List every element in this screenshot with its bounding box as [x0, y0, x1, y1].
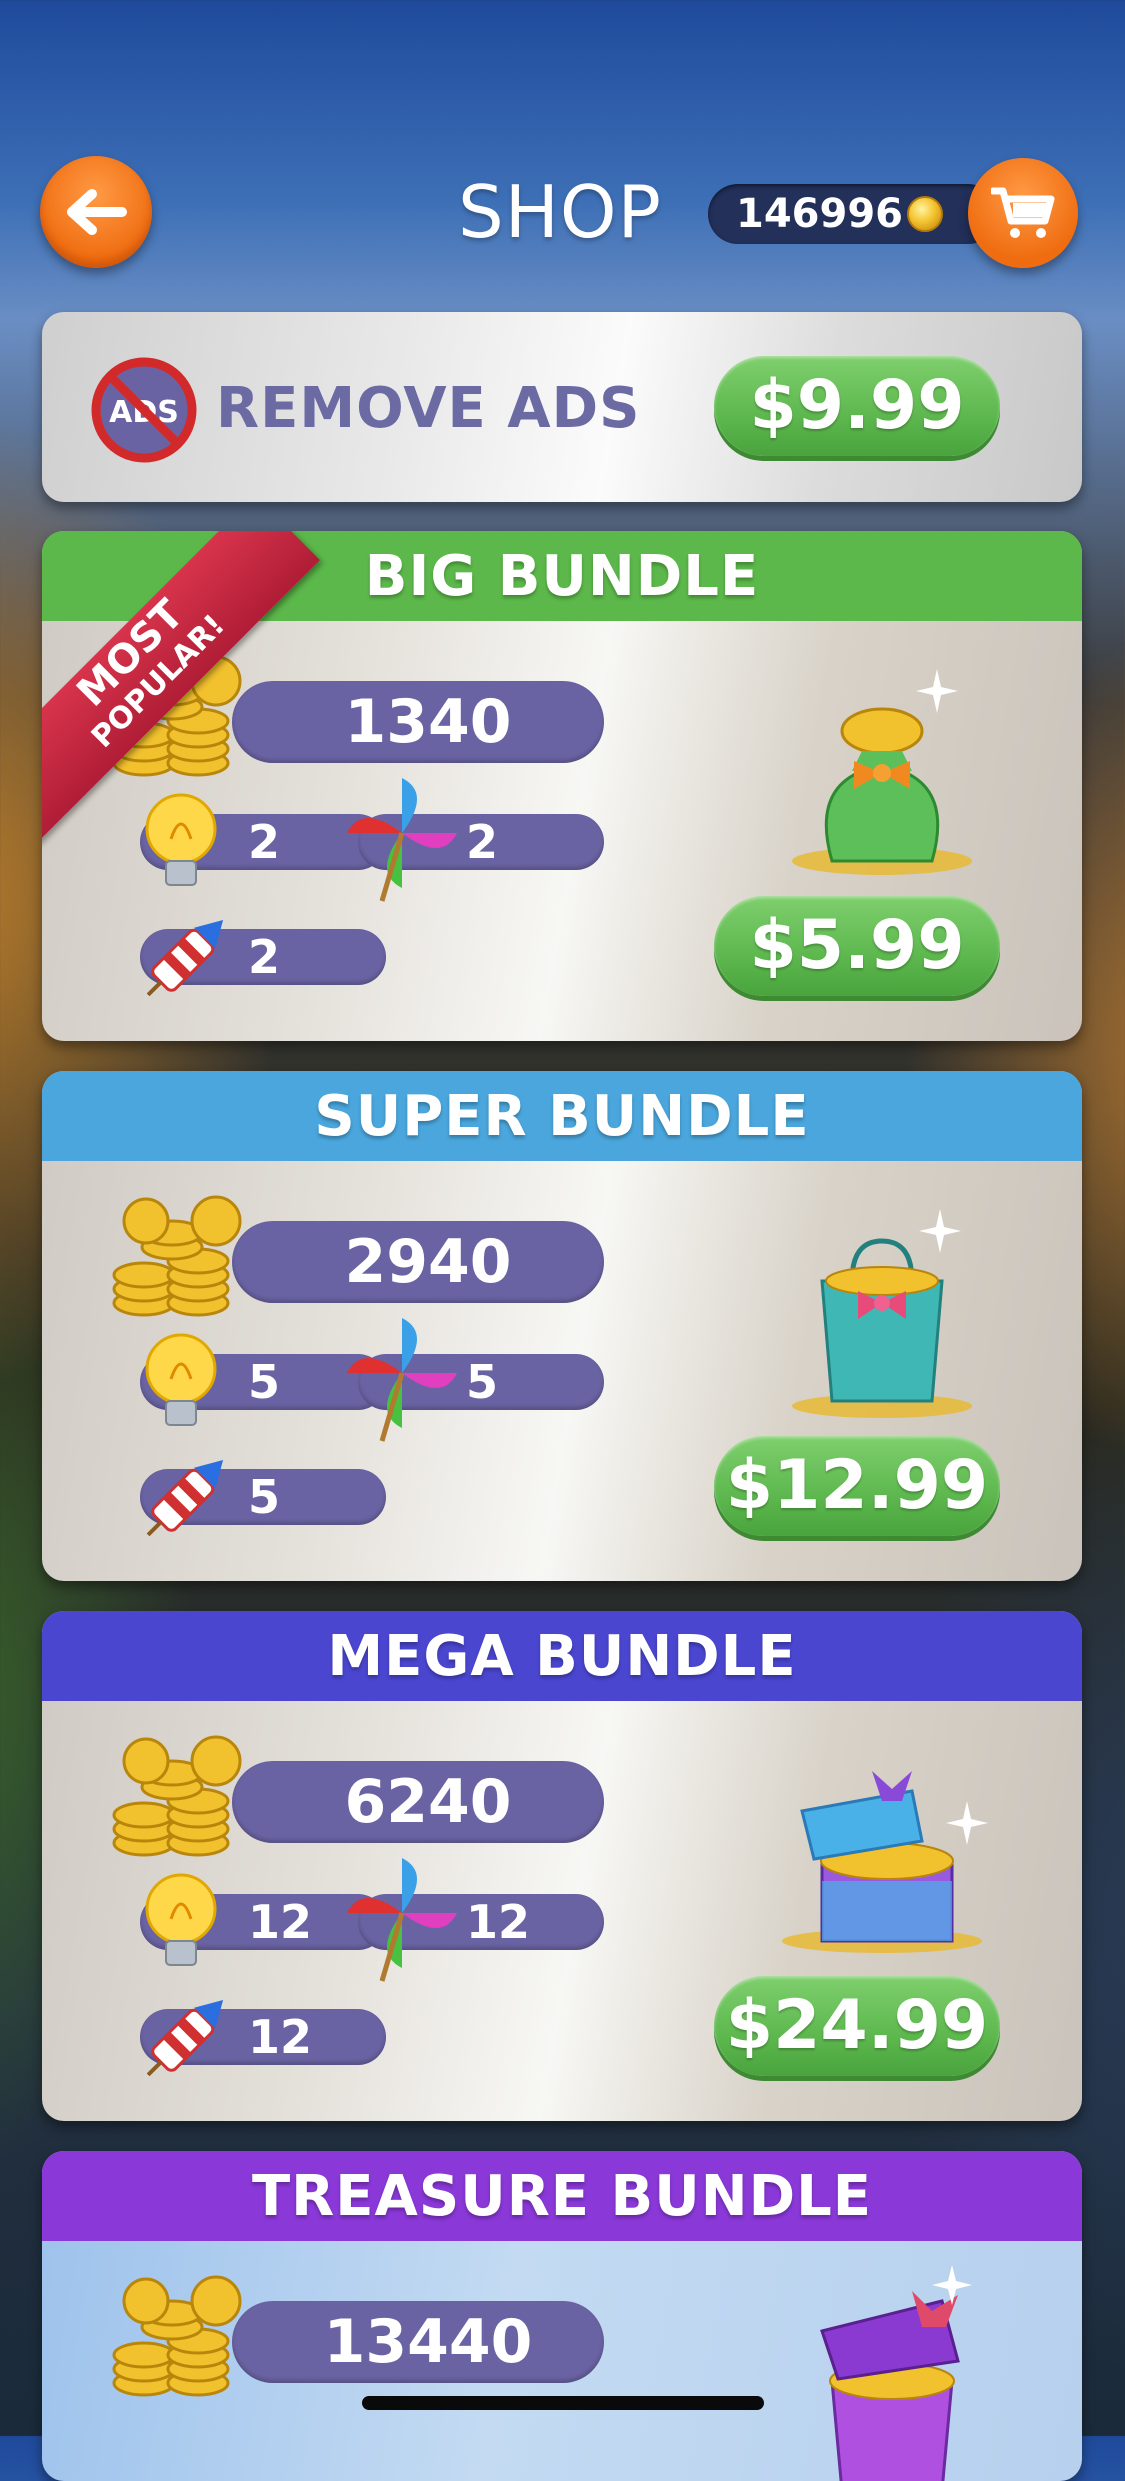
coin-stack-icon [112, 2275, 242, 2397]
lightbulb-icon [145, 1873, 217, 1966]
bundle-price-button[interactable]: $5.99 [714, 896, 1000, 996]
bundle-title: TREASURE BUNDLE [42, 2151, 1082, 2241]
rocket-icon [146, 1999, 224, 2077]
pinwheel-icon [347, 1858, 457, 1982]
coin-balance-value: 146996 [736, 191, 903, 237]
lightbulb-icon [145, 1333, 217, 1426]
cart-button[interactable] [968, 158, 1078, 268]
coin-icon [907, 196, 943, 232]
coins-amount: 1340 [232, 681, 604, 763]
pinwheel-icon [347, 1318, 457, 1442]
arrow-left-icon [67, 189, 127, 235]
coins-amount: 6240 [232, 1761, 604, 1843]
coin-stack-icon [112, 1735, 242, 1857]
bundle-card-super[interactable]: SUPER BUNDLE 2940 5 5 5 $12.99 [42, 1071, 1082, 1581]
bundle-title: MEGA BUNDLE [42, 1611, 1082, 1701]
bundle-card-mega[interactable]: MEGA BUNDLE 6240 12 12 12 $24.99 [42, 1611, 1082, 2121]
coin-stack-icon [112, 1195, 242, 1317]
treasure-box-icon [782, 1771, 988, 1953]
remove-ads-label: REMOVE ADS [216, 376, 641, 441]
cart-icon [991, 187, 1055, 238]
bundle-card-big[interactable]: BIG BUNDLE 1340 2 2 2 $5.99 MOST POPULAR… [42, 531, 1082, 1041]
back-button[interactable] [40, 156, 152, 268]
bundle-price-button[interactable]: $24.99 [714, 1976, 1000, 2076]
remove-ads-card[interactable]: ADS REMOVE ADS $9.99 [42, 312, 1082, 502]
lightbulb-icon [145, 793, 217, 886]
coin-balance: 146996 [708, 184, 998, 244]
rocket-icon [146, 919, 224, 997]
coins-amount: 13440 [232, 2301, 604, 2383]
page-title: SHOP [458, 170, 662, 254]
coins-amount: 2940 [232, 1221, 604, 1303]
pinwheel-icon [347, 778, 457, 902]
no-ads-icon: ADS [91, 357, 197, 463]
bundle-title: SUPER BUNDLE [42, 1071, 1082, 1161]
gift-bag-icon [792, 1209, 972, 1418]
bundle-card-treasure[interactable]: TREASURE BUNDLE 13440 [42, 2151, 1082, 2481]
rocket-icon [146, 1459, 224, 1537]
remove-ads-price-button[interactable]: $9.99 [714, 356, 1000, 456]
home-indicator[interactable] [362, 2396, 764, 2410]
coin-sack-icon [792, 669, 972, 875]
treasure-chest-icon [820, 2265, 972, 2481]
bundle-price-button[interactable]: $12.99 [714, 1436, 1000, 1536]
